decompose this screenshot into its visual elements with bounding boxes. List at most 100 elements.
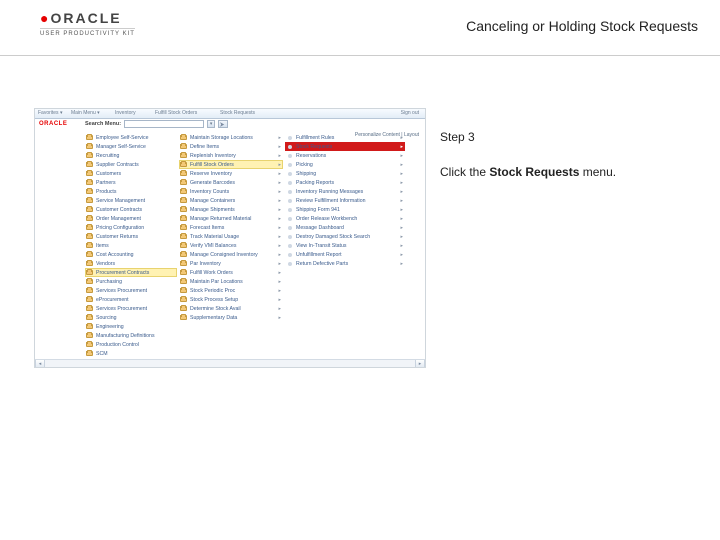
menu-item[interactable]: Replenish Inventory▸ [179,151,283,160]
menu-item[interactable]: SCM [85,349,177,358]
menu-item[interactable]: Products [85,187,177,196]
menu-item[interactable]: Sourcing [85,313,177,322]
menu-item[interactable]: Cost Accounting [85,250,177,259]
folder-icon [180,216,187,221]
menu-item-label: Manage Returned Material [190,216,251,222]
menu-item[interactable]: Partners [85,178,177,187]
menu-item[interactable]: Stock Periodic Proc▸ [179,286,283,295]
menu-item[interactable]: Packing Reports▸ [285,178,405,187]
menu-item[interactable]: Customer Returns [85,232,177,241]
search-go-button[interactable] [218,120,228,128]
menu-item[interactable]: Fulfill Stock Orders▸ [179,160,283,169]
menu-item[interactable]: Inventory Running Messages▸ [285,187,405,196]
chevron-right-icon: ▸ [278,297,283,303]
menu-item[interactable]: Engineering [85,322,177,331]
menu-item[interactable]: Purchasing [85,277,177,286]
menu-item[interactable]: Supplementary Data▸ [179,313,283,322]
bullet-icon [288,253,292,257]
menu-item[interactable]: Manage Consigned Inventory▸ [179,250,283,259]
menu-item[interactable]: Manufacturing Definitions [85,331,177,340]
menu-item[interactable]: Recruiting [85,151,177,160]
menu-item[interactable]: Unfulfillment Report▸ [285,250,405,259]
folder-icon [86,243,93,248]
menu-item[interactable]: Vendors [85,259,177,268]
menu-item[interactable]: Reserve Inventory▸ [179,169,283,178]
menu-item[interactable]: Return Defective Parts▸ [285,259,405,268]
menu-item-label: Picking [296,162,313,168]
breadcrumb-3[interactable]: Stock Requests [220,110,255,116]
menu-item[interactable]: Destroy Damaged Stock Search▸ [285,232,405,241]
chevron-right-icon: ▸ [278,180,283,186]
menu-item[interactable]: Determine Stock Avail▸ [179,304,283,313]
scroll-left-button[interactable]: ◂ [35,360,45,367]
menu-item[interactable]: Stock Process Setup▸ [179,295,283,304]
topbar-main-menu[interactable]: Main Menu ▾ [71,110,100,116]
menu-item[interactable]: Order Management [85,214,177,223]
bullet-icon [288,145,292,149]
chevron-right-icon: ▸ [400,234,405,240]
menu-item[interactable]: Define Items▸ [179,142,283,151]
folder-icon [180,171,187,176]
menu-item[interactable]: Verify VMI Balances▸ [179,241,283,250]
menu-item[interactable]: Service Management [85,196,177,205]
menu-item[interactable]: Fulfillment Rules▸ [285,133,405,142]
menu-item[interactable]: Services Procurement [85,304,177,313]
menu-item[interactable]: Customer Contracts [85,205,177,214]
menu-item[interactable]: Shipping Form 941▸ [285,205,405,214]
horizontal-scrollbar[interactable]: ◂ ▸ [35,359,425,367]
menu-item[interactable]: View In-Transit Status▸ [285,241,405,250]
menu-item[interactable]: Grants [85,367,177,368]
folder-icon [180,306,187,311]
topbar-signout-link[interactable]: Sign out [401,110,419,116]
menu-item[interactable]: Manage Containers▸ [179,196,283,205]
menu-item-label: Maintain Par Locations [190,279,243,285]
menu-item[interactable]: Inventory Counts▸ [179,187,283,196]
menu-item[interactable]: Production Control [85,340,177,349]
menu-item[interactable]: Track Material Usage▸ [179,232,283,241]
search-input[interactable] [124,120,204,128]
menu-item[interactable]: Customers [85,169,177,178]
menu-item[interactable]: Review Fulfillment Information▸ [285,196,405,205]
menu-item-label: Stock Periodic Proc [190,288,235,294]
menu-item-label: Order Management [96,216,141,222]
menu-item[interactable]: Manager Self-Service [85,142,177,151]
menu-item-label: Service Management [96,198,145,204]
scroll-right-button[interactable]: ▸ [415,360,425,367]
step-text-post: menu. [579,165,616,179]
menu-item[interactable]: Maintain Par Locations▸ [179,277,283,286]
menu-item[interactable]: Par Inventory▸ [179,259,283,268]
folder-icon [86,153,93,158]
menu-item[interactable]: Manage Shipments▸ [179,205,283,214]
menu-item[interactable]: Message Dashboard▸ [285,223,405,232]
menu-item[interactable]: Supplier Contracts [85,160,177,169]
menu-item[interactable]: Items [85,241,177,250]
menu-item[interactable]: Reservations▸ [285,151,405,160]
menu-item[interactable]: Pricing Configuration [85,223,177,232]
menu-item[interactable]: Employee Self-Service [85,133,177,142]
menu-item[interactable]: Manage Returned Material▸ [179,214,283,223]
breadcrumb-2[interactable]: Fulfill Stock Orders [155,110,197,116]
menu-item-label: Replenish Inventory [190,153,236,159]
menu-item[interactable]: Services Procurement [85,286,177,295]
step-text-pre: Click the [440,165,489,179]
folder-icon [86,351,93,356]
menu-item-label: Fulfill Stock Orders [190,162,234,168]
menu-item[interactable]: Order Release Workbench▸ [285,214,405,223]
folder-icon [86,207,93,212]
menu-item[interactable]: Maintain Storage Locations▸ [179,133,283,142]
menu-item[interactable]: Fulfill Work Orders▸ [179,268,283,277]
folder-icon [86,315,93,320]
search-dropdown-button[interactable]: ▾ [207,120,215,128]
menu-item[interactable]: Procurement Contracts [85,268,177,277]
menu-item[interactable]: Picking▸ [285,160,405,169]
menu-item[interactable]: Generate Barcodes▸ [179,178,283,187]
menu-item[interactable]: Shipping▸ [285,169,405,178]
menu-item[interactable]: Forecast Items▸ [179,223,283,232]
menu-item[interactable]: eProcurement [85,295,177,304]
topbar-favorites[interactable]: Favorites ▾ [38,110,62,116]
menu-item[interactable]: Stock Requests▸ [285,142,405,151]
breadcrumb-1[interactable]: Inventory [115,110,136,116]
folder-icon [86,162,93,167]
menu-item-label: Procurement Contracts [96,270,149,276]
folder-icon [86,306,93,311]
